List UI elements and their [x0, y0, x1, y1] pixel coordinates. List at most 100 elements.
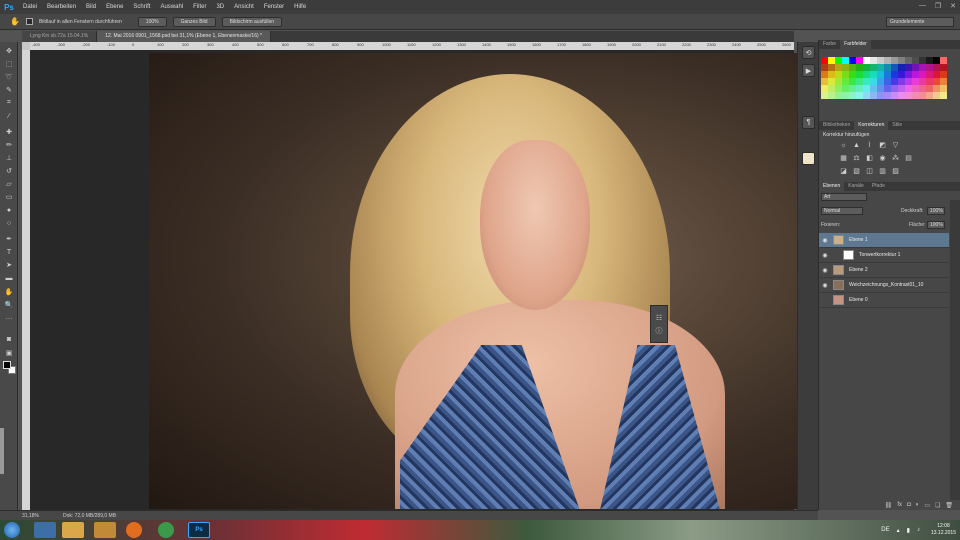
chrome-icon[interactable]	[158, 522, 174, 538]
color-swatch[interactable]	[884, 85, 891, 92]
fit-screen-button[interactable]: Ganzes Bild	[172, 16, 216, 27]
layer-visibility-icon[interactable]: ◉	[819, 267, 831, 274]
layer-style-icon[interactable]: fx	[897, 502, 902, 510]
info-icon[interactable]: ⓘ	[656, 326, 663, 336]
layer-row[interactable]: ◉ Ebene 2	[819, 263, 949, 278]
color-swatch[interactable]	[912, 92, 919, 99]
color-swatch[interactable]	[842, 71, 849, 78]
color-swatch[interactable]	[898, 92, 905, 99]
tab-farbe[interactable]: Farbe	[819, 40, 840, 49]
properties-icon[interactable]: ☷	[656, 314, 662, 322]
menu-hilfe[interactable]: Hilfe	[289, 4, 311, 10]
new-group-icon[interactable]: ▭	[924, 502, 930, 510]
color-swatch[interactable]	[821, 92, 828, 99]
color-swatch[interactable]	[912, 85, 919, 92]
layer-row[interactable]: ◉ Weichzeichnungs_Kontrast01_10	[819, 278, 949, 293]
color-swatch[interactable]	[884, 71, 891, 78]
color-swatch[interactable]	[849, 64, 856, 71]
color-swatch[interactable]	[926, 57, 933, 64]
color-swatch[interactable]	[870, 64, 877, 71]
history-brush-tool-icon[interactable]: ↺	[3, 166, 15, 176]
tab-kanaele[interactable]: Kanäle	[844, 182, 868, 191]
delete-layer-icon[interactable]: 🗑	[945, 502, 953, 510]
menu-fenster[interactable]: Fenster	[259, 4, 289, 10]
gradient-map-icon[interactable]: ▥	[878, 167, 887, 175]
zoom-tool-icon[interactable]: 🔍	[3, 300, 15, 310]
document-tab[interactable]: Lyng Kin sb.72a 15.04.1%	[22, 31, 98, 42]
color-swatch[interactable]	[912, 78, 919, 85]
close-icon[interactable]: ✕	[950, 2, 956, 10]
color-swatch[interactable]	[926, 78, 933, 85]
color-swatch[interactable]	[877, 85, 884, 92]
tab-bibliotheken[interactable]: Bibliotheken	[819, 121, 854, 130]
color-swatch[interactable]	[926, 92, 933, 99]
paragraph-panel-icon[interactable]: ¶	[802, 116, 815, 129]
color-swatch[interactable]	[821, 71, 828, 78]
color-swatch[interactable]	[926, 64, 933, 71]
color-swatch[interactable]	[926, 85, 933, 92]
language-indicator[interactable]: DE	[881, 527, 889, 533]
color-swatch[interactable]	[884, 57, 891, 64]
color-swatch[interactable]	[933, 57, 940, 64]
color-swatch[interactable]	[856, 57, 863, 64]
vertical-ruler[interactable]	[22, 50, 30, 510]
color-swatch[interactable]	[905, 78, 912, 85]
new-layer-icon[interactable]: ❏	[935, 502, 940, 510]
color-swatch[interactable]	[870, 85, 877, 92]
tab-korrekturen[interactable]: Korrekturen	[854, 121, 889, 130]
threshold-icon[interactable]: ◫	[865, 167, 874, 175]
color-balance-icon[interactable]: ⚖	[852, 154, 861, 162]
layer-visibility-icon[interactable]: ◉	[819, 237, 831, 244]
tab-pfade[interactable]: Pfade	[868, 182, 889, 191]
network-icon[interactable]: ▮	[907, 527, 910, 534]
color-swatch[interactable]	[856, 64, 863, 71]
color-swatch[interactable]	[919, 78, 926, 85]
color-swatch[interactable]	[870, 78, 877, 85]
color-swatch[interactable]	[898, 57, 905, 64]
color-swatch[interactable]	[877, 71, 884, 78]
color-swatch[interactable]	[828, 64, 835, 71]
marquee-tool-icon[interactable]: ⬚	[3, 59, 15, 69]
menu-3d[interactable]: 3D	[211, 4, 229, 10]
color-swatch[interactable]	[821, 57, 828, 64]
add-mask-icon[interactable]: ◘	[907, 502, 911, 510]
blend-mode-select[interactable]: Normal	[821, 207, 863, 215]
firefox-icon[interactable]	[126, 522, 142, 538]
color-swatch[interactable]	[891, 85, 898, 92]
color-swatch[interactable]	[940, 78, 947, 85]
color-swatch[interactable]	[905, 85, 912, 92]
ie-icon[interactable]	[34, 522, 56, 538]
quick-mask-icon[interactable]: ◙	[3, 334, 15, 344]
color-swatch[interactable]	[877, 64, 884, 71]
type-tool-icon[interactable]: T	[3, 247, 15, 257]
color-swatch[interactable]	[863, 78, 870, 85]
restore-icon[interactable]: ❐	[935, 2, 941, 10]
color-swatch[interactable]	[891, 64, 898, 71]
color-swatch[interactable]	[870, 57, 877, 64]
color-swatch[interactable]	[898, 64, 905, 71]
color-swatch[interactable]	[863, 57, 870, 64]
clock[interactable]: 12:08 13.12.2015	[931, 523, 956, 537]
color-swatch[interactable]	[933, 71, 940, 78]
path-select-tool-icon[interactable]: ➤	[3, 260, 15, 270]
foreground-color-swatch[interactable]	[3, 361, 11, 369]
black-white-icon[interactable]: ◧	[865, 154, 874, 162]
brush-tool-icon[interactable]: ✏	[3, 140, 15, 150]
color-lookup-icon[interactable]: ▤	[904, 154, 913, 162]
exposure-icon[interactable]: ◩	[878, 141, 887, 149]
color-swatch[interactable]	[905, 92, 912, 99]
color-swatch[interactable]	[940, 71, 947, 78]
color-swatch[interactable]	[919, 57, 926, 64]
document-image[interactable]	[149, 53, 817, 509]
tab-ebenen[interactable]: Ebenen	[819, 182, 845, 191]
color-swatch[interactable]	[940, 85, 947, 92]
selective-color-icon[interactable]: ▨	[891, 167, 900, 175]
color-swatch[interactable]	[877, 57, 884, 64]
tab-stile[interactable]: Stile	[888, 121, 906, 130]
color-swatch[interactable]	[933, 78, 940, 85]
color-swatch[interactable]	[905, 57, 912, 64]
opacity-input[interactable]: 100%	[927, 207, 945, 215]
color-swatch[interactable]	[919, 64, 926, 71]
photo-filter-icon[interactable]: ◉	[878, 154, 887, 162]
blur-tool-icon[interactable]: ●	[3, 205, 15, 215]
